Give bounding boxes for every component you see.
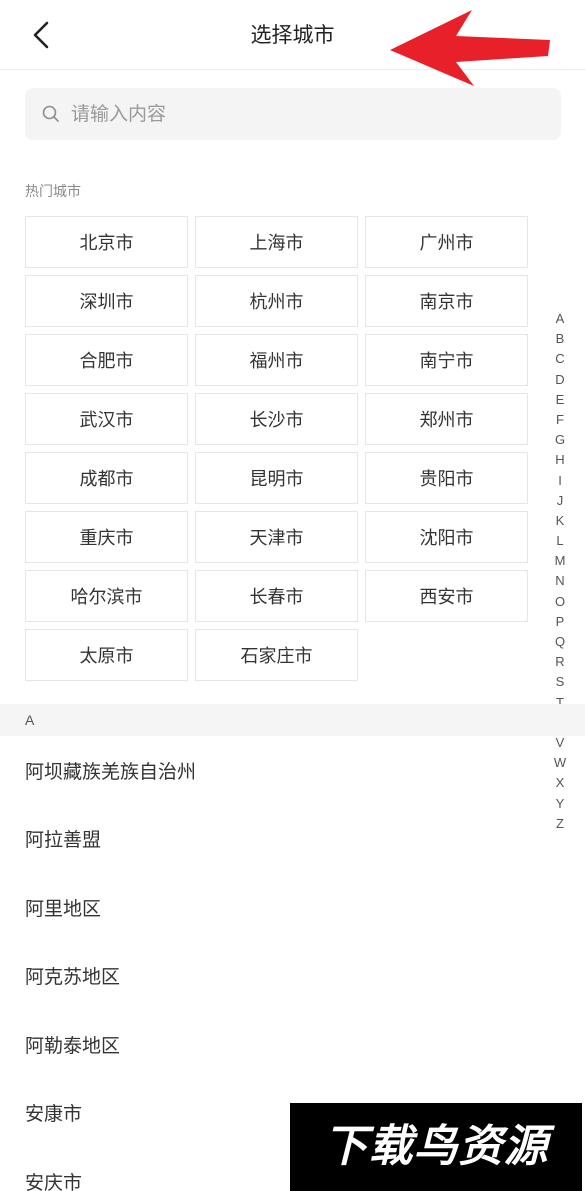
index-letter[interactable]: M	[555, 551, 566, 571]
index-letter[interactable]: P	[556, 612, 565, 632]
index-letter[interactable]: R	[555, 652, 564, 672]
index-letter[interactable]: J	[557, 491, 564, 511]
city-list-item[interactable]: 阿勒泰地区	[0, 1010, 540, 1079]
hot-city-button[interactable]: 西安市	[365, 570, 528, 622]
index-letter[interactable]: D	[555, 370, 564, 390]
hot-city-button[interactable]: 南宁市	[365, 334, 528, 386]
section-letter: A	[25, 712, 35, 728]
hot-city-button[interactable]: 武汉市	[25, 393, 188, 445]
hot-city-button[interactable]: 哈尔滨市	[25, 570, 188, 622]
search-icon	[42, 105, 59, 122]
index-letter[interactable]: C	[555, 349, 564, 369]
hot-city-button[interactable]: 贵阳市	[365, 452, 528, 504]
hot-city-button[interactable]: 重庆市	[25, 511, 188, 563]
hot-city-button[interactable]: 上海市	[195, 216, 358, 268]
index-letter[interactable]: Y	[556, 794, 565, 814]
hot-city-button[interactable]: 深圳市	[25, 275, 188, 327]
index-letter[interactable]: I	[558, 471, 562, 491]
city-list-item[interactable]: 阿坝藏族羌族自治州	[0, 736, 540, 805]
red-arrow-annotation-icon	[390, 10, 550, 86]
letter-section-header: A	[0, 704, 585, 736]
search-bar	[25, 88, 561, 140]
index-letter[interactable]: N	[555, 571, 564, 591]
hot-city-button[interactable]: 合肥市	[25, 334, 188, 386]
hot-city-button[interactable]: 北京市	[25, 216, 188, 268]
hot-city-button[interactable]: 郑州市	[365, 393, 528, 445]
index-letter[interactable]: Q	[555, 632, 565, 652]
index-letter[interactable]: O	[555, 592, 565, 612]
hot-city-button[interactable]: 石家庄市	[195, 629, 358, 681]
index-letter[interactable]: L	[556, 531, 563, 551]
alphabet-index: ABCDEFGHIJKLMNOPQRSTUVWXYZ	[550, 309, 570, 834]
city-list-item[interactable]: 阿拉善盟	[0, 805, 540, 874]
chevron-left-icon	[33, 21, 49, 49]
hot-city-button[interactable]: 福州市	[195, 334, 358, 386]
hot-city-button[interactable]: 长春市	[195, 570, 358, 622]
index-letter[interactable]: B	[556, 329, 565, 349]
hot-city-button[interactable]: 天津市	[195, 511, 358, 563]
index-letter[interactable]: Z	[556, 814, 564, 834]
index-letter[interactable]: K	[556, 511, 565, 531]
hot-city-button[interactable]: 广州市	[365, 216, 528, 268]
index-letter[interactable]: W	[554, 753, 566, 773]
city-list-item[interactable]: 阿里地区	[0, 873, 540, 942]
hot-city-button[interactable]: 长沙市	[195, 393, 358, 445]
hot-city-button[interactable]: 昆明市	[195, 452, 358, 504]
hot-city-button[interactable]: 杭州市	[195, 275, 358, 327]
index-letter[interactable]: H	[555, 450, 564, 470]
search-input[interactable]	[71, 88, 551, 140]
hot-city-button[interactable]: 成都市	[25, 452, 188, 504]
watermark-logo: 下载鸟资源	[290, 1103, 582, 1191]
city-list-item[interactable]: 阿克苏地区	[0, 942, 540, 1011]
back-button[interactable]	[22, 14, 66, 58]
index-letter[interactable]: X	[556, 773, 565, 793]
index-letter[interactable]: S	[556, 672, 565, 692]
hot-cities-grid: 北京市 上海市 广州市深圳市 杭州市 南京市合肥市 福州市 南宁市武汉市 长沙市 郑州市成都市昆…	[25, 216, 528, 681]
nav-header: 选择城市	[0, 0, 585, 86]
index-letter[interactable]: G	[555, 430, 565, 450]
hot-city-button[interactable]: 南京市	[365, 275, 528, 327]
hot-city-button[interactable]: 沈阳市	[365, 511, 528, 563]
city-picker-page: 选择城市 热门城市 北京市上海市广州市深圳市杭州市南京市合肥市福州市南宁市武汉市…	[0, 0, 585, 1191]
hot-cities-label: 热门城市	[25, 184, 81, 200]
index-letter[interactable]: A	[556, 309, 565, 329]
index-letter[interactable]: F	[556, 410, 564, 430]
hot-city-button[interactable]: 太原市	[25, 629, 188, 681]
index-letter[interactable]: E	[556, 390, 565, 410]
watermark-text: 下载鸟资源	[323, 1121, 549, 1172]
